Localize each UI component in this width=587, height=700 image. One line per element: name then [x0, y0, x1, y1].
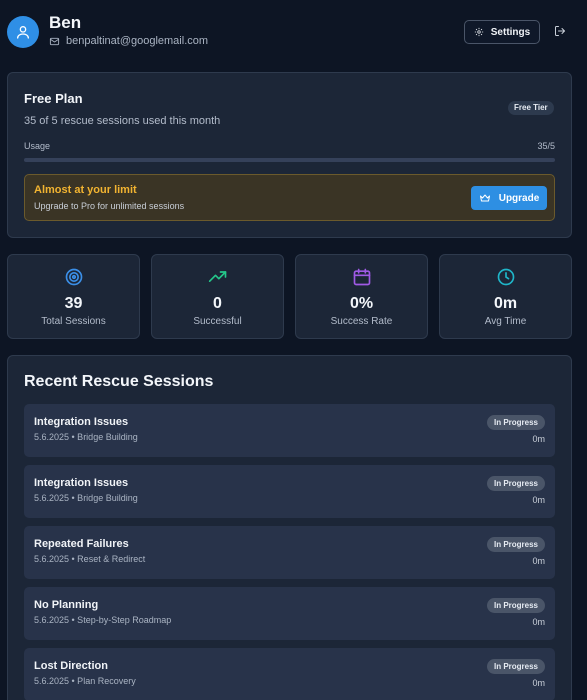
- stat-value: 0: [213, 295, 222, 312]
- session-item[interactable]: No Planning 5.6.2025 • Step-by-Step Road…: [24, 587, 555, 640]
- recent-sessions-card: Recent Rescue Sessions Integration Issue…: [7, 355, 572, 700]
- session-time: 0m: [532, 495, 545, 505]
- stat-label: Avg Time: [484, 316, 527, 327]
- status-badge: In Progress: [486, 598, 545, 613]
- user-icon: [17, 26, 29, 39]
- tier-badge: Free Tier: [508, 101, 554, 115]
- plan-subtitle: 35 of 5 rescue sessions used this month: [24, 115, 221, 127]
- session-meta: 5.6.2025 • Bridge Building: [34, 493, 138, 503]
- mail-icon: [49, 37, 60, 45]
- session-item[interactable]: Repeated Failures 5.6.2025 • Reset & Red…: [24, 526, 555, 579]
- stat-success-rate: 0% Success Rate: [295, 254, 428, 339]
- stat-total-sessions: 39 Total Sessions: [7, 254, 140, 339]
- session-item[interactable]: Integration Issues 5.6.2025 • Bridge Bui…: [24, 465, 555, 518]
- stat-label: Total Sessions: [41, 316, 106, 327]
- status-badge: In Progress: [486, 415, 545, 430]
- limit-warning: Almost at your limit Upgrade to Pro for …: [24, 174, 555, 221]
- logout-icon: [555, 26, 565, 36]
- user-email: benpaltinat@googlemail.com: [66, 35, 209, 47]
- status-badge: In Progress: [486, 659, 545, 674]
- upgrade-label: Upgrade: [498, 192, 540, 204]
- session-item[interactable]: Lost Direction 5.6.2025 • Plan Recovery …: [24, 648, 555, 700]
- sessions-title: Recent Rescue Sessions: [24, 373, 214, 390]
- session-meta: 5.6.2025 • Reset & Redirect: [34, 554, 146, 564]
- plan-card: Free Plan 35 of 5 rescue sessions used t…: [7, 72, 572, 238]
- stat-successful: 0 Successful: [151, 254, 284, 339]
- session-title: Integration Issues: [34, 477, 129, 489]
- calendar-icon: [353, 268, 370, 286]
- usage-value: 35/5: [537, 141, 555, 151]
- stat-value: 0m: [493, 295, 518, 312]
- settings-button[interactable]: Settings: [464, 20, 540, 44]
- status-badge: In Progress: [486, 537, 545, 552]
- user-name: Ben: [49, 13, 82, 32]
- status-badge: In Progress: [486, 476, 545, 491]
- user-email-row: benpaltinat@googlemail.com: [49, 35, 208, 47]
- limit-warning-title: Almost at your limit: [34, 184, 137, 196]
- session-title: Integration Issues: [34, 416, 129, 428]
- session-time: 0m: [532, 434, 545, 444]
- stat-avg-time: 0m Avg Time: [439, 254, 572, 339]
- avatar[interactable]: [7, 16, 39, 48]
- session-title: Lost Direction: [34, 660, 108, 672]
- session-time: 0m: [532, 617, 545, 627]
- stat-label: Success Rate: [330, 316, 393, 327]
- logout-button[interactable]: [552, 23, 568, 39]
- stat-value: 0%: [349, 295, 374, 312]
- trending-up-icon: [208, 271, 226, 282]
- session-meta: 5.6.2025 • Plan Recovery: [34, 676, 136, 686]
- session-meta: 5.6.2025 • Step-by-Step Roadmap: [34, 615, 172, 625]
- clock-icon: [497, 268, 514, 286]
- stat-value: 39: [64, 295, 83, 312]
- session-item[interactable]: Integration Issues 5.6.2025 • Bridge Bui…: [24, 404, 555, 457]
- session-time: 0m: [532, 678, 545, 688]
- crown-icon: [479, 194, 490, 202]
- session-title: Repeated Failures: [34, 538, 129, 550]
- usage-label: Usage: [24, 141, 51, 151]
- limit-warning-subtitle: Upgrade to Pro for unlimited sessions: [34, 201, 185, 211]
- target-icon: [65, 268, 82, 286]
- settings-label: Settings: [490, 26, 531, 38]
- usage-progress-bar: [24, 158, 555, 162]
- header: Ben benpaltinat@googlemail.com Settings: [0, 0, 587, 64]
- plan-title: Free Plan: [24, 91, 83, 106]
- session-title: No Planning: [34, 599, 99, 611]
- session-meta: 5.6.2025 • Bridge Building: [34, 432, 138, 442]
- stat-label: Successful: [193, 316, 242, 327]
- upgrade-button[interactable]: Upgrade: [471, 186, 547, 210]
- gear-icon: [474, 27, 483, 37]
- session-time: 0m: [532, 556, 545, 566]
